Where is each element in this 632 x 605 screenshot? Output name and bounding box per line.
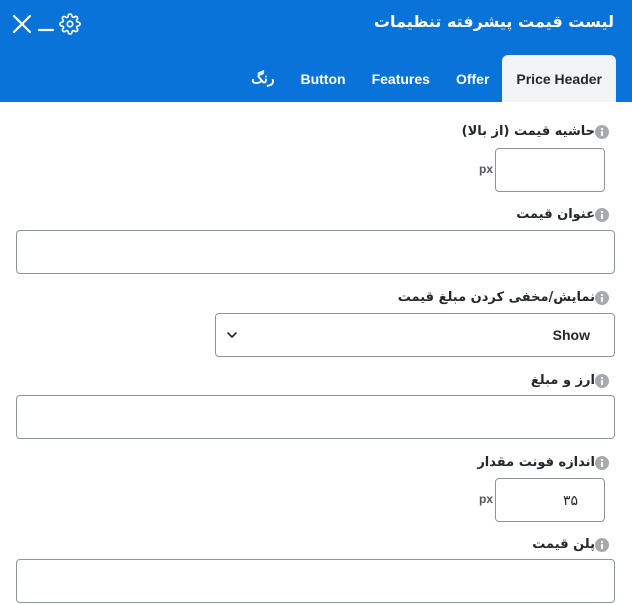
field-label: حاشیه قیمت (از بالا): [462, 124, 616, 139]
tab-color[interactable]: رنگ: [238, 55, 287, 102]
close-icon[interactable]: [10, 12, 34, 36]
chevron-down-icon: [226, 329, 238, 341]
info-icon[interactable]: [595, 207, 609, 222]
unit-label: px: [479, 162, 494, 176]
tab-button[interactable]: Button: [287, 55, 358, 102]
tab-features[interactable]: Features: [359, 55, 443, 102]
label-text: نمایش/مخفی کردن مبلغ قیمت: [397, 290, 595, 305]
price-title-input[interactable]: [16, 230, 615, 274]
gear-icon[interactable]: [58, 12, 82, 36]
unit-label: px: [479, 492, 494, 506]
tab-price-header[interactable]: Price Header: [502, 55, 616, 102]
info-icon[interactable]: [595, 124, 609, 139]
field-label: عنوان قیمت: [516, 207, 616, 222]
tab-offer[interactable]: Offer: [443, 55, 502, 102]
info-icon[interactable]: [595, 537, 609, 552]
dialog-title: لیست قیمت پیشرفته تنظیمات: [373, 12, 614, 31]
field-label: اندازه فونت مقدار: [477, 455, 616, 470]
label-text: ارز و مبلغ: [530, 373, 595, 388]
select-value: Show: [552, 327, 590, 343]
price-plan-input[interactable]: [16, 559, 615, 603]
field-label: ارز و مبلغ: [531, 373, 616, 388]
field-label: پلن قیمت: [532, 537, 616, 552]
window-controls: [10, 11, 82, 37]
font-size-input[interactable]: ۳۵: [495, 478, 605, 522]
tab-bar: Price Header Offer Features Button رنگ: [238, 55, 616, 102]
info-icon[interactable]: [595, 290, 609, 305]
show-hide-select[interactable]: Show: [215, 313, 615, 357]
top-margin-input[interactable]: [495, 148, 605, 192]
info-icon[interactable]: [595, 373, 609, 388]
label-text: اندازه فونت مقدار: [477, 455, 595, 470]
currency-amount-input[interactable]: [16, 395, 615, 439]
dialog-header: لیست قیمت پیشرفته تنظیمات Price Header O…: [0, 0, 632, 102]
label-text: حاشیه قیمت (از بالا): [461, 124, 595, 139]
info-icon[interactable]: [595, 455, 609, 470]
field-label: نمایش/مخفی کردن مبلغ قیمت: [398, 290, 616, 305]
label-text: عنوان قیمت: [516, 207, 595, 222]
minimize-icon[interactable]: [36, 12, 56, 36]
label-text: پلن قیمت: [532, 537, 595, 552]
